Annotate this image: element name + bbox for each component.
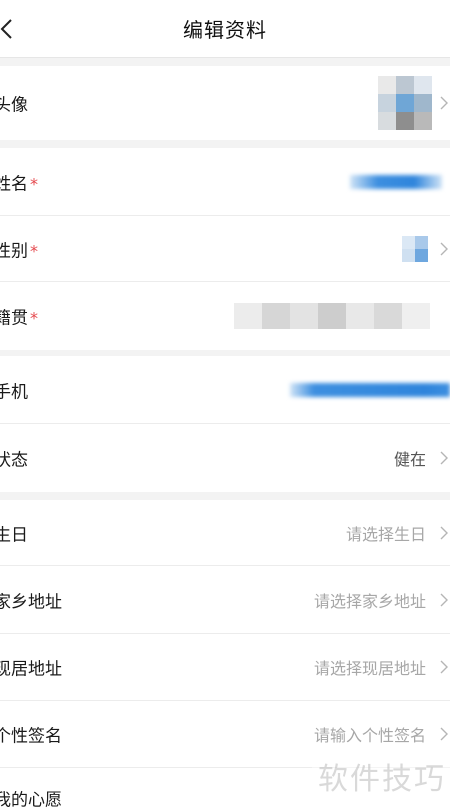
navigation-bar: 编辑资料 [0, 0, 450, 58]
signature-placeholder: 请输入个性签名 [313, 726, 426, 745]
row-label: 籍贯 * [0, 308, 38, 329]
row-status[interactable]: 状态 健在 [0, 424, 450, 492]
watermark-text: 软件技巧 [318, 762, 446, 797]
row-name[interactable]: 姓名 * [0, 148, 450, 216]
row-label: 头像 [0, 95, 28, 116]
row-current-address[interactable]: 现居地址 请选择现居地址 [0, 634, 450, 701]
row-label: 状态 [0, 450, 28, 471]
native-place-value-redacted [234, 303, 430, 329]
hometown-placeholder: 请选择家乡地址 [313, 591, 426, 611]
chevron-right-icon [440, 242, 448, 255]
row-label: 手机 [0, 382, 28, 402]
row-birthday[interactable]: 生日 请选择生日 [0, 500, 450, 566]
chevron-right-icon [440, 96, 448, 110]
birthday-placeholder: 请选择生日 [345, 524, 426, 544]
row-phone[interactable]: 手机 [0, 356, 450, 424]
contact-group: 手机 状态 健在 [0, 356, 450, 492]
row-label: 性别 * [0, 241, 38, 261]
current-address-placeholder: 请选择现居地址 [313, 659, 426, 678]
chevron-right-icon [440, 593, 448, 606]
gender-value-redacted [402, 235, 428, 262]
avatar[interactable] [378, 76, 432, 130]
status-value: 健在 [393, 450, 426, 469]
name-value-redacted [350, 174, 442, 189]
required-mark: * [30, 308, 38, 328]
row-avatar[interactable]: 头像 [0, 66, 450, 140]
phone-value-redacted [290, 382, 450, 397]
page-title: 编辑资料 [183, 18, 267, 42]
row-hometown[interactable]: 家乡地址 请选择家乡地址 [0, 566, 450, 634]
row-label: 家乡地址 [0, 592, 62, 612]
row-label: 姓名 * [0, 174, 38, 194]
required-mark: * [30, 174, 38, 193]
avatar-group: 头像 [0, 66, 450, 140]
required-mark: * [30, 241, 38, 260]
chevron-right-icon [440, 660, 448, 674]
row-native-place[interactable]: 籍贯 * [0, 282, 450, 350]
chevron-right-icon [440, 451, 448, 465]
chevron-right-icon [440, 526, 448, 539]
row-label: 个性签名 [0, 726, 62, 747]
row-gender[interactable]: 性别 * [0, 216, 450, 282]
row-label: 现居地址 [0, 659, 62, 680]
chevron-right-icon [440, 727, 448, 741]
row-label: 生日 [0, 525, 28, 545]
basic-info-group: 姓名 * 性别 * 籍贯 * [0, 148, 450, 350]
row-label: 我的心愿 [0, 790, 62, 808]
